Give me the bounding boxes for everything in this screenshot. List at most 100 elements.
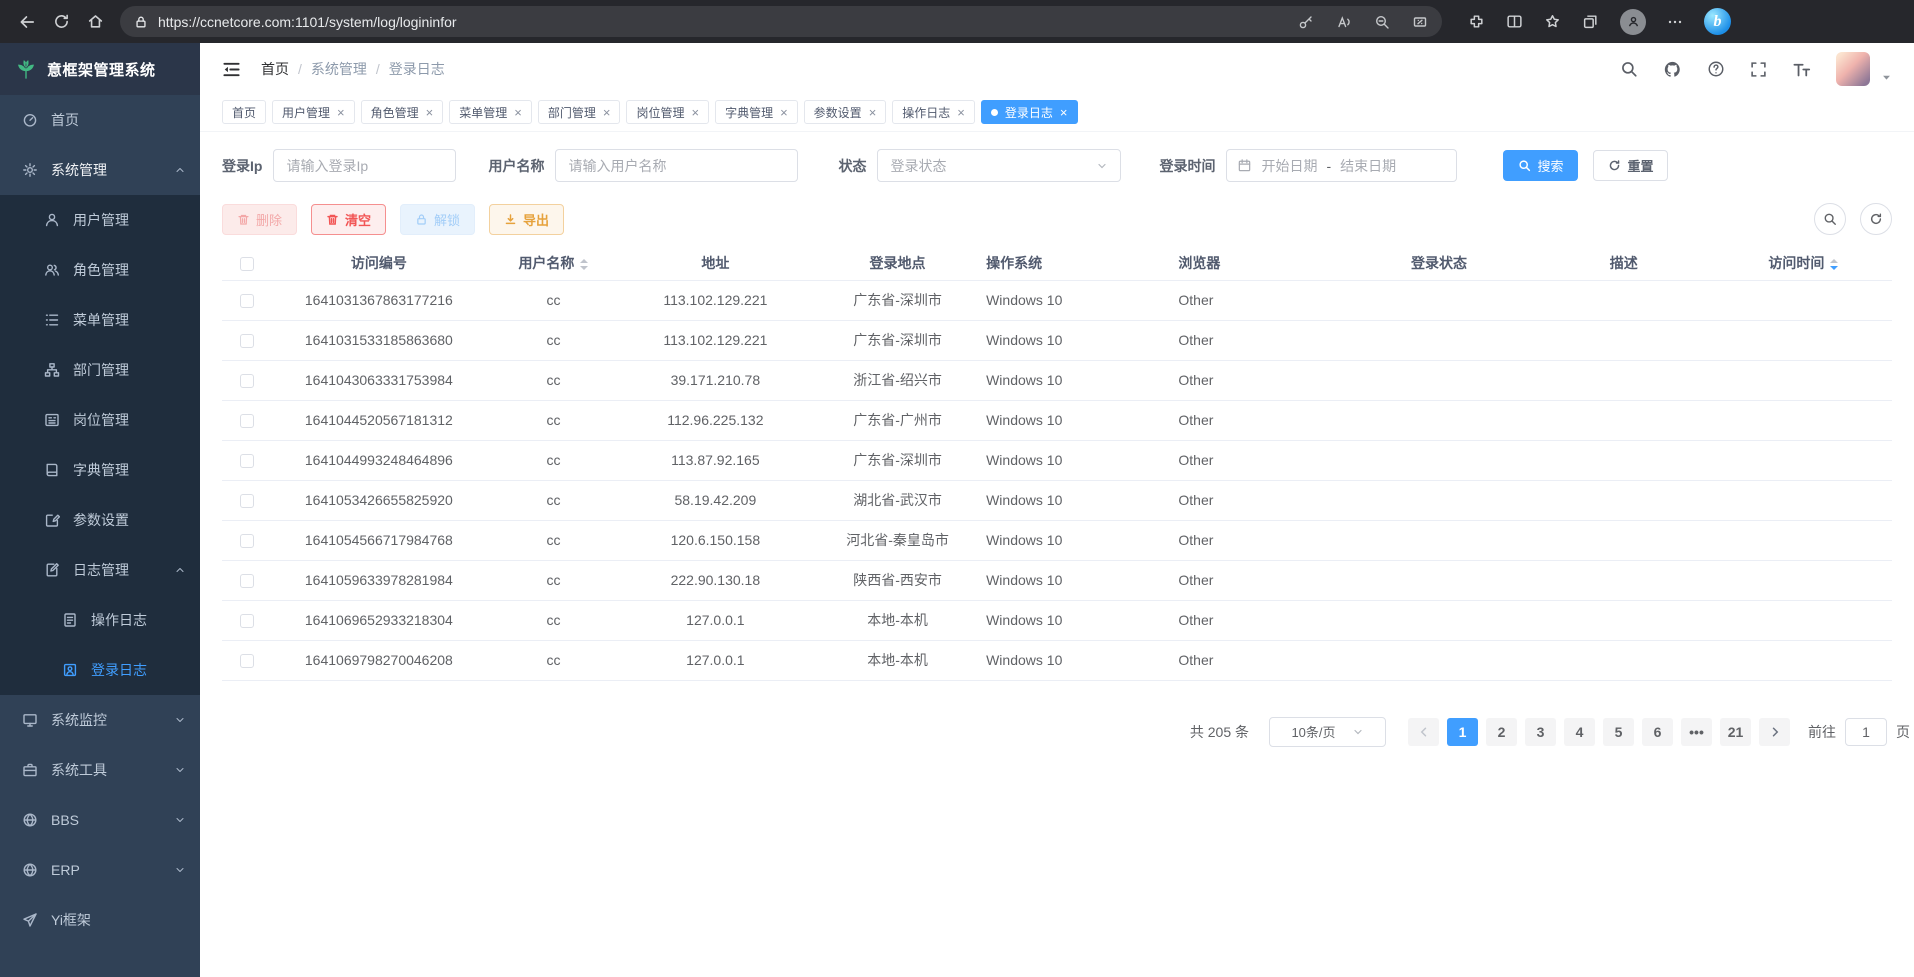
page-button-1[interactable]: 2 xyxy=(1486,718,1517,746)
row-checkbox[interactable] xyxy=(240,334,254,348)
zoom-out-icon[interactable] xyxy=(1374,14,1390,30)
sidebar-item-7[interactable]: 字典管理 xyxy=(0,445,200,495)
tab-9[interactable]: 登录日志× xyxy=(981,100,1078,124)
tab-1[interactable]: 用户管理× xyxy=(272,100,355,124)
close-tab-icon[interactable]: × xyxy=(869,106,877,119)
column-header-time[interactable]: 访问时间 xyxy=(1715,247,1892,280)
sidebar-item-5[interactable]: 部门管理 xyxy=(0,345,200,395)
goto-page-input[interactable] xyxy=(1845,718,1887,746)
extensions-icon[interactable] xyxy=(1468,13,1485,30)
row-checkbox[interactable] xyxy=(240,614,254,628)
fullscreen-icon[interactable] xyxy=(1750,61,1767,78)
row-checkbox[interactable] xyxy=(240,534,254,548)
sidebar-item-8[interactable]: 参数设置 xyxy=(0,495,200,545)
table-row[interactable]: 1641044993248464896cc113.87.92.165广东省-深圳… xyxy=(222,440,1892,480)
sidebar-item-10[interactable]: 操作日志 xyxy=(0,595,200,645)
row-checkbox[interactable] xyxy=(240,654,254,668)
page-button-2[interactable]: 3 xyxy=(1525,718,1556,746)
tab-6[interactable]: 字典管理× xyxy=(715,100,798,124)
sidebar-item-4[interactable]: 菜单管理 xyxy=(0,295,200,345)
table-row[interactable]: 1641043063331753984cc39.171.210.78浙江省-绍兴… xyxy=(222,360,1892,400)
close-tab-icon[interactable]: × xyxy=(337,106,345,119)
table-row[interactable]: 1641044520567181312cc112.96.225.132广东省-广… xyxy=(222,400,1892,440)
back-icon[interactable] xyxy=(10,5,44,39)
next-page-button[interactable] xyxy=(1759,718,1790,746)
date-range-picker[interactable]: 开始日期 - 结束日期 xyxy=(1226,149,1457,182)
unlock-button[interactable]: 解锁 xyxy=(400,204,475,235)
refresh-table-button[interactable] xyxy=(1860,203,1892,235)
sidebar-item-11[interactable]: 登录日志 xyxy=(0,645,200,695)
caret-down-icon[interactable] xyxy=(1881,72,1892,83)
delete-button[interactable]: 删除 xyxy=(222,204,297,235)
search-icon[interactable] xyxy=(1620,60,1638,78)
profile-icon[interactable] xyxy=(1620,9,1646,35)
table-row[interactable]: 1641031533185863680cc113.102.129.221广东省-… xyxy=(222,320,1892,360)
breadcrumb-home[interactable]: 首页 xyxy=(261,59,289,79)
tab-2[interactable]: 角色管理× xyxy=(361,100,444,124)
sidebar-item-0[interactable]: 首页 xyxy=(0,95,200,145)
export-button[interactable]: 导出 xyxy=(489,204,564,235)
more-icon[interactable] xyxy=(1667,14,1683,30)
tab-7[interactable]: 参数设置× xyxy=(804,100,887,124)
collections-icon[interactable] xyxy=(1582,13,1599,30)
close-tab-icon[interactable]: × xyxy=(603,106,611,119)
page-button-4[interactable]: 5 xyxy=(1603,718,1634,746)
user-name-input[interactable] xyxy=(555,149,798,182)
close-tab-icon[interactable]: × xyxy=(514,106,522,119)
bing-icon[interactable]: b xyxy=(1704,8,1731,35)
tab-3[interactable]: 菜单管理× xyxy=(449,100,532,124)
sidebar-item-15[interactable]: ERP xyxy=(0,845,200,895)
table-row[interactable]: 1641031367863177216cc113.102.129.221广东省-… xyxy=(222,280,1892,320)
row-checkbox[interactable] xyxy=(240,374,254,388)
column-header-user[interactable]: 用户名称 xyxy=(485,247,622,280)
toggle-search-button[interactable] xyxy=(1814,203,1846,235)
coupons-icon[interactable] xyxy=(1412,14,1428,30)
question-icon[interactable] xyxy=(1707,60,1725,78)
page-button-3[interactable]: 4 xyxy=(1564,718,1595,746)
table-row[interactable]: 1641059633978281984cc222.90.130.18陕西省-西安… xyxy=(222,560,1892,600)
clear-button[interactable]: 清空 xyxy=(311,204,386,235)
close-tab-icon[interactable]: × xyxy=(957,106,965,119)
ip-input[interactable] xyxy=(273,149,456,182)
tab-4[interactable]: 部门管理× xyxy=(538,100,621,124)
sidebar-item-16[interactable]: Yi框架 xyxy=(0,895,200,945)
reset-button[interactable]: 重置 xyxy=(1593,150,1668,181)
tab-8[interactable]: 操作日志× xyxy=(892,100,975,124)
favorites-icon[interactable] xyxy=(1544,13,1561,30)
close-tab-icon[interactable]: × xyxy=(780,106,788,119)
collapse-sidebar-icon[interactable] xyxy=(222,60,241,79)
table-row[interactable]: 1641069652933218304cc127.0.0.1本地-本机Windo… xyxy=(222,600,1892,640)
close-tab-icon[interactable]: × xyxy=(426,106,434,119)
split-screen-icon[interactable] xyxy=(1506,13,1523,30)
tab-0[interactable]: 首页 xyxy=(222,100,266,124)
address-bar[interactable]: https://ccnetcore.com:1101/system/log/lo… xyxy=(120,6,1442,37)
github-icon[interactable] xyxy=(1663,60,1682,79)
search-button[interactable]: 搜索 xyxy=(1503,150,1578,181)
table-row[interactable]: 1641053426655825920cc58.19.42.209湖北省-武汉市… xyxy=(222,480,1892,520)
user-avatar[interactable] xyxy=(1836,52,1870,86)
row-checkbox[interactable] xyxy=(240,294,254,308)
refresh-icon[interactable] xyxy=(44,5,78,39)
sidebar-item-6[interactable]: 岗位管理 xyxy=(0,395,200,445)
close-tab-icon[interactable]: × xyxy=(1060,106,1068,119)
sidebar-item-12[interactable]: 系统监控 xyxy=(0,695,200,745)
select-all-checkbox[interactable] xyxy=(240,257,254,271)
tab-5[interactable]: 岗位管理× xyxy=(626,100,709,124)
page-size-select[interactable]: 10条/页 xyxy=(1269,717,1386,747)
font-size-icon[interactable] xyxy=(1792,60,1811,79)
sidebar-item-14[interactable]: BBS xyxy=(0,795,200,845)
page-button-active[interactable]: 1 xyxy=(1447,718,1478,746)
row-checkbox[interactable] xyxy=(240,574,254,588)
table-row[interactable]: 1641054566717984768cc120.6.150.158河北省-秦皇… xyxy=(222,520,1892,560)
home-icon[interactable] xyxy=(78,5,112,39)
close-tab-icon[interactable]: × xyxy=(691,106,699,119)
page-button-5[interactable]: 6 xyxy=(1642,718,1673,746)
row-checkbox[interactable] xyxy=(240,414,254,428)
sort-carets-icon[interactable] xyxy=(1830,259,1838,270)
app-logo[interactable]: 意框架管理系统 xyxy=(0,43,200,95)
page-button-7[interactable]: 21 xyxy=(1720,718,1751,746)
table-row[interactable]: 1641069798270046208cc127.0.0.1本地-本机Windo… xyxy=(222,640,1892,680)
page-button-6[interactable]: ••• xyxy=(1681,718,1712,746)
status-select[interactable]: 登录状态 xyxy=(877,149,1121,182)
sort-carets-icon[interactable] xyxy=(580,259,588,270)
